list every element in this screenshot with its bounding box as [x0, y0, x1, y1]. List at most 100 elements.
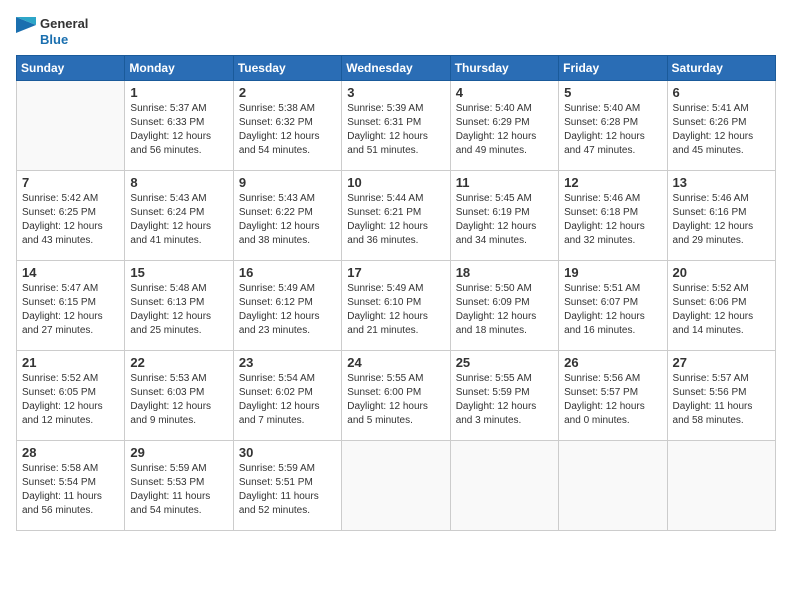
weekday-header-friday: Friday	[559, 56, 667, 81]
day-number: 6	[673, 85, 770, 100]
day-number: 13	[673, 175, 770, 190]
day-info: Sunrise: 5:42 AMSunset: 6:25 PMDaylight:…	[22, 192, 119, 248]
calendar-cell: 26 Sunrise: 5:56 AMSunset: 5:57 PMDayligh…	[559, 351, 667, 441]
day-number: 22	[130, 355, 227, 370]
calendar-cell: 20Sunrise: 5:52 AMSunset: 6:06 PMDayligh…	[667, 261, 775, 351]
day-info: Sunrise: 5:55 AMSunset: 5:59 PMDaylight:…	[456, 372, 553, 428]
weekday-header-saturday: Saturday	[667, 56, 775, 81]
day-info: Sunrise: 5:49 AMSunset: 6:10 PMDaylight:…	[347, 282, 444, 338]
weekday-header-sunday: Sunday	[17, 56, 125, 81]
day-number: 30	[239, 445, 336, 460]
calendar-cell: 5 Sunrise: 5:40 AMSunset: 6:28 PMDaylight…	[559, 81, 667, 171]
day-number: 26	[564, 355, 661, 370]
day-number: 17	[347, 265, 444, 280]
day-number: 19	[564, 265, 661, 280]
calendar-cell: 28Sunrise: 5:58 AMSunset: 5:54 PMDayligh…	[17, 441, 125, 531]
calendar-cell: 22Sunrise: 5:53 AMSunset: 6:03 PMDayligh…	[125, 351, 233, 441]
day-info: Sunrise: 5:57 AMSunset: 5:56 PMDaylight:…	[673, 372, 770, 428]
calendar-cell: 30 Sunrise: 5:59 AMSunset: 5:51 PMDayligh…	[233, 441, 341, 531]
calendar-cell: 13 Sunrise: 5:46 AMSunset: 6:16 PMDayligh…	[667, 171, 775, 261]
weekday-header-monday: Monday	[125, 56, 233, 81]
day-info: Sunrise: 5:47 AMSunset: 6:15 PMDaylight:…	[22, 282, 119, 338]
week-row-2: 7 Sunrise: 5:42 AMSunset: 6:25 PMDaylight…	[17, 171, 776, 261]
day-info: Sunrise: 5:40 AMSunset: 6:28 PMDaylight:…	[564, 102, 661, 158]
calendar-cell: 18 Sunrise: 5:50 AMSunset: 6:09 PMDayligh…	[450, 261, 558, 351]
week-row-5: 28Sunrise: 5:58 AMSunset: 5:54 PMDayligh…	[17, 441, 776, 531]
calendar-cell: 10 Sunrise: 5:44 AMSunset: 6:21 PMDayligh…	[342, 171, 450, 261]
day-info: Sunrise: 5:37 AMSunset: 6:33 PMDaylight:…	[130, 102, 227, 158]
logo-general: General	[40, 16, 88, 32]
day-info: Sunrise: 5:50 AMSunset: 6:09 PMDaylight:…	[456, 282, 553, 338]
day-number: 12	[564, 175, 661, 190]
logo-blue: Blue	[40, 32, 88, 48]
calendar-cell: 23 Sunrise: 5:54 AMSunset: 6:02 PMDayligh…	[233, 351, 341, 441]
day-number: 3	[347, 85, 444, 100]
calendar-table: SundayMondayTuesdayWednesdayThursdayFrid…	[16, 55, 776, 531]
week-row-4: 21Sunrise: 5:52 AMSunset: 6:05 PMDayligh…	[17, 351, 776, 441]
day-info: Sunrise: 5:59 AMSunset: 5:51 PMDaylight:…	[239, 462, 336, 518]
day-info: Sunrise: 5:48 AMSunset: 6:13 PMDaylight:…	[130, 282, 227, 338]
calendar-cell	[17, 81, 125, 171]
calendar-cell: 3 Sunrise: 5:39 AMSunset: 6:31 PMDaylight…	[342, 81, 450, 171]
logo-container: General Blue	[16, 16, 88, 47]
calendar-cell: 6 Sunrise: 5:41 AMSunset: 6:26 PMDaylight…	[667, 81, 775, 171]
day-number: 2	[239, 85, 336, 100]
logo: General Blue	[16, 16, 88, 47]
day-info: Sunrise: 5:51 AMSunset: 6:07 PMDaylight:…	[564, 282, 661, 338]
calendar-cell: 11Sunrise: 5:45 AMSunset: 6:19 PMDayligh…	[450, 171, 558, 261]
day-number: 4	[456, 85, 553, 100]
weekday-header-thursday: Thursday	[450, 56, 558, 81]
day-number: 23	[239, 355, 336, 370]
calendar-cell: 1Sunrise: 5:37 AMSunset: 6:33 PMDaylight…	[125, 81, 233, 171]
week-row-1: 1Sunrise: 5:37 AMSunset: 6:33 PMDaylight…	[17, 81, 776, 171]
day-number: 29	[130, 445, 227, 460]
day-number: 9	[239, 175, 336, 190]
calendar-cell	[667, 441, 775, 531]
day-number: 24	[347, 355, 444, 370]
calendar-cell: 15 Sunrise: 5:48 AMSunset: 6:13 PMDayligh…	[125, 261, 233, 351]
day-info: Sunrise: 5:45 AMSunset: 6:19 PMDaylight:…	[456, 192, 553, 248]
day-info: Sunrise: 5:56 AMSunset: 5:57 PMDaylight:…	[564, 372, 661, 428]
day-info: Sunrise: 5:44 AMSunset: 6:21 PMDaylight:…	[347, 192, 444, 248]
day-info: Sunrise: 5:54 AMSunset: 6:02 PMDaylight:…	[239, 372, 336, 428]
week-row-3: 14Sunrise: 5:47 AMSunset: 6:15 PMDayligh…	[17, 261, 776, 351]
day-info: Sunrise: 5:46 AMSunset: 6:18 PMDaylight:…	[564, 192, 661, 248]
day-info: Sunrise: 5:43 AMSunset: 6:24 PMDaylight:…	[130, 192, 227, 248]
calendar-cell: 2 Sunrise: 5:38 AMSunset: 6:32 PMDaylight…	[233, 81, 341, 171]
calendar-cell: 9 Sunrise: 5:43 AMSunset: 6:22 PMDaylight…	[233, 171, 341, 261]
calendar-cell: 8 Sunrise: 5:43 AMSunset: 6:24 PMDaylight…	[125, 171, 233, 261]
day-number: 5	[564, 85, 661, 100]
day-info: Sunrise: 5:43 AMSunset: 6:22 PMDaylight:…	[239, 192, 336, 248]
calendar-cell: 21Sunrise: 5:52 AMSunset: 6:05 PMDayligh…	[17, 351, 125, 441]
day-info: Sunrise: 5:46 AMSunset: 6:16 PMDaylight:…	[673, 192, 770, 248]
calendar-cell: 25Sunrise: 5:55 AMSunset: 5:59 PMDayligh…	[450, 351, 558, 441]
calendar-cell: 16Sunrise: 5:49 AMSunset: 6:12 PMDayligh…	[233, 261, 341, 351]
day-info: Sunrise: 5:55 AMSunset: 6:00 PMDaylight:…	[347, 372, 444, 428]
weekday-header-wednesday: Wednesday	[342, 56, 450, 81]
calendar-cell: 7 Sunrise: 5:42 AMSunset: 6:25 PMDaylight…	[17, 171, 125, 261]
day-number: 18	[456, 265, 553, 280]
logo-flag-icon	[16, 17, 36, 47]
calendar-cell: 14Sunrise: 5:47 AMSunset: 6:15 PMDayligh…	[17, 261, 125, 351]
calendar-cell: 29 Sunrise: 5:59 AMSunset: 5:53 PMDayligh…	[125, 441, 233, 531]
day-info: Sunrise: 5:40 AMSunset: 6:29 PMDaylight:…	[456, 102, 553, 158]
day-info: Sunrise: 5:38 AMSunset: 6:32 PMDaylight:…	[239, 102, 336, 158]
day-info: Sunrise: 5:41 AMSunset: 6:26 PMDaylight:…	[673, 102, 770, 158]
calendar-cell: 12 Sunrise: 5:46 AMSunset: 6:18 PMDayligh…	[559, 171, 667, 261]
day-number: 27	[673, 355, 770, 370]
day-info: Sunrise: 5:59 AMSunset: 5:53 PMDaylight:…	[130, 462, 227, 518]
day-number: 15	[130, 265, 227, 280]
day-info: Sunrise: 5:58 AMSunset: 5:54 PMDaylight:…	[22, 462, 119, 518]
day-number: 7	[22, 175, 119, 190]
calendar-cell: 19 Sunrise: 5:51 AMSunset: 6:07 PMDayligh…	[559, 261, 667, 351]
calendar-cell: 4 Sunrise: 5:40 AMSunset: 6:29 PMDaylight…	[450, 81, 558, 171]
day-info: Sunrise: 5:39 AMSunset: 6:31 PMDaylight:…	[347, 102, 444, 158]
calendar-cell	[450, 441, 558, 531]
day-number: 10	[347, 175, 444, 190]
day-info: Sunrise: 5:52 AMSunset: 6:05 PMDaylight:…	[22, 372, 119, 428]
day-number: 8	[130, 175, 227, 190]
calendar-cell	[342, 441, 450, 531]
header: General Blue	[16, 16, 776, 47]
calendar-cell: 27 Sunrise: 5:57 AMSunset: 5:56 PMDayligh…	[667, 351, 775, 441]
weekday-header-tuesday: Tuesday	[233, 56, 341, 81]
